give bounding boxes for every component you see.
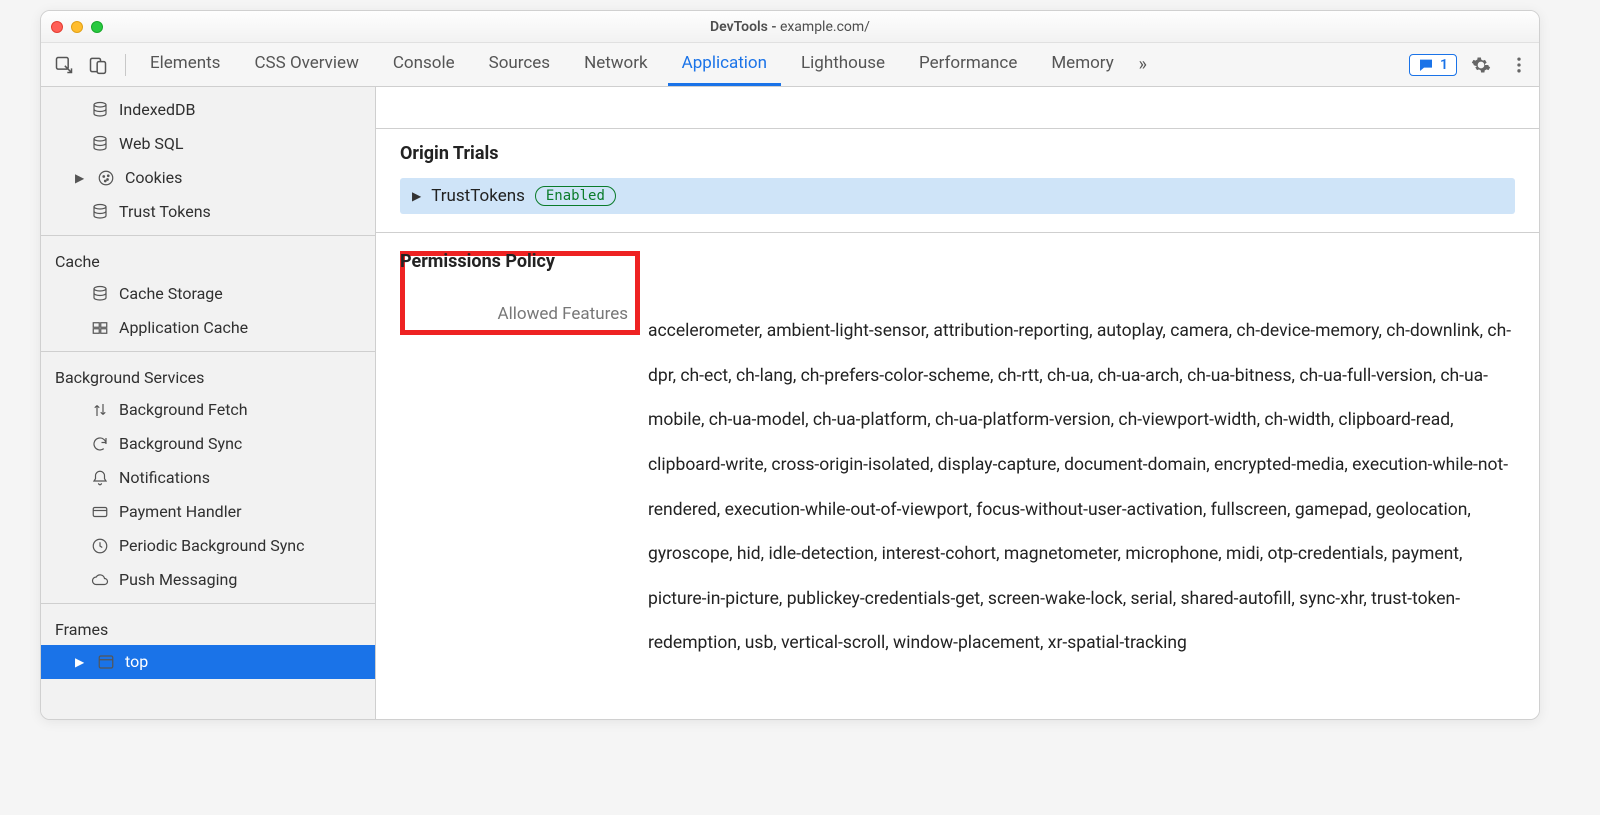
sidebar-item-label: Web SQL [119,131,184,157]
sync-icon [91,435,109,453]
tab-console[interactable]: Console [379,43,469,86]
device-toolbar-icon[interactable] [81,48,115,82]
messages-badge[interactable]: 1 [1409,54,1457,76]
bell-icon [91,469,109,487]
tab-sources[interactable]: Sources [475,43,564,86]
sidebar-item-trust-tokens[interactable]: Trust Tokens [41,195,375,229]
panel-tabs: ElementsCSS OverviewConsoleSourcesNetwor… [136,43,1128,86]
frame-top-label: top [125,649,148,675]
updown-icon [91,401,109,419]
frame-top[interactable]: ▶ top [41,645,375,679]
sidebar-item-application-cache[interactable]: Application Cache [41,311,375,345]
origin-trials-title: Origin Trials [400,143,1515,164]
tab-elements[interactable]: Elements [136,43,234,86]
cache-heading: Cache [41,242,375,277]
permissions-policy-section: Permissions Policy Allowed Features acce… [376,233,1539,690]
card-icon [91,503,109,521]
cache-section: Cache Cache Storage Application Cache [41,236,375,352]
sidebar-item-label: Application Cache [119,315,248,341]
application-content: Origin Trials ▶ TrustTokens Enabled Perm… [376,87,1539,719]
settings-icon[interactable] [1467,51,1495,79]
cookie-icon [97,169,115,187]
origin-trials-section: Origin Trials ▶ TrustTokens Enabled [376,129,1539,233]
tabstrip: ElementsCSS OverviewConsoleSourcesNetwor… [41,43,1539,87]
sidebar-item-label: Push Messaging [119,567,237,593]
sidebar-item-label: Payment Handler [119,499,242,525]
sidebar-item-label: IndexedDB [119,97,195,123]
sidebar-item-web-sql[interactable]: Web SQL [41,127,375,161]
inspect-element-icon[interactable] [47,48,81,82]
tab-performance[interactable]: Performance [905,43,1031,86]
messages-count: 1 [1440,57,1448,73]
content-spacer [376,87,1539,129]
sidebar-item-label: Cache Storage [119,281,223,307]
trial-status-badge: Enabled [535,186,616,206]
tab-network[interactable]: Network [570,43,662,86]
bg-heading: Background Services [41,358,375,393]
more-menu-icon[interactable] [1505,51,1533,79]
window-title: DevTools - example.com/ [41,19,1539,35]
titlebar: DevTools - example.com/ [41,11,1539,43]
grid-icon [91,319,109,337]
storage-section: IndexedDB Web SQL ▶ Cookies Trust Tokens [41,87,375,236]
divider [125,54,126,76]
sidebar-item-background-fetch[interactable]: Background Fetch [41,393,375,427]
sidebar-item-label: Background Sync [119,431,242,457]
caret-right-icon: ▶ [75,165,87,191]
sidebar-item-background-sync[interactable]: Background Sync [41,427,375,461]
sidebar-item-cookies[interactable]: ▶ Cookies [41,161,375,195]
window-controls [51,21,103,33]
allowed-features-label: Allowed Features [400,304,628,324]
sidebar-item-label: Cookies [125,165,182,191]
clock-icon [91,537,109,555]
sidebar-item-periodic-background-sync[interactable]: Periodic Background Sync [41,529,375,563]
devtools-window: DevTools - example.com/ ElementsCSS Over… [40,10,1540,720]
sidebar-item-cache-storage[interactable]: Cache Storage [41,277,375,311]
permissions-policy-title: Permissions Policy [400,251,628,272]
tab-lighthouse[interactable]: Lighthouse [787,43,899,86]
tab-application[interactable]: Application [668,43,781,86]
sidebar-item-label: Background Fetch [119,397,248,423]
close-window-button[interactable] [51,21,63,33]
trial-name: TrustTokens [431,186,525,206]
title-domain: example.com/ [780,19,870,35]
origin-trial-row[interactable]: ▶ TrustTokens Enabled [400,178,1515,214]
caret-right-icon: ▶ [412,189,421,203]
frames-heading: Frames [41,610,375,645]
caret-right-icon: ▶ [75,649,87,675]
cloud-icon [91,571,109,589]
sidebar-item-label: Trust Tokens [119,199,211,225]
tabs-overflow-icon[interactable]: » [1128,54,1158,75]
background-services-section: Background Services Background Fetch Back… [41,352,375,604]
application-sidebar: IndexedDB Web SQL ▶ Cookies Trust Tokens Cac… [41,87,376,719]
allowed-features-list: accelerometer, ambient-light-sensor, att… [648,251,1515,666]
tab-memory[interactable]: Memory [1037,43,1127,86]
db-icon [91,101,109,119]
db-icon [91,285,109,303]
frames-section: Frames ▶ top [41,604,375,685]
sidebar-item-notifications[interactable]: Notifications [41,461,375,495]
minimize-window-button[interactable] [71,21,83,33]
sidebar-item-payment-handler[interactable]: Payment Handler [41,495,375,529]
title-app: DevTools [710,19,768,35]
sidebar-item-push-messaging[interactable]: Push Messaging [41,563,375,597]
tab-css-overview[interactable]: CSS Overview [240,43,372,86]
db-icon [91,203,109,221]
zoom-window-button[interactable] [91,21,103,33]
sidebar-item-label: Periodic Background Sync [119,533,304,559]
frame-icon [97,653,115,671]
sidebar-item-indexeddb[interactable]: IndexedDB [41,93,375,127]
db-icon [91,135,109,153]
sidebar-item-label: Notifications [119,465,210,491]
